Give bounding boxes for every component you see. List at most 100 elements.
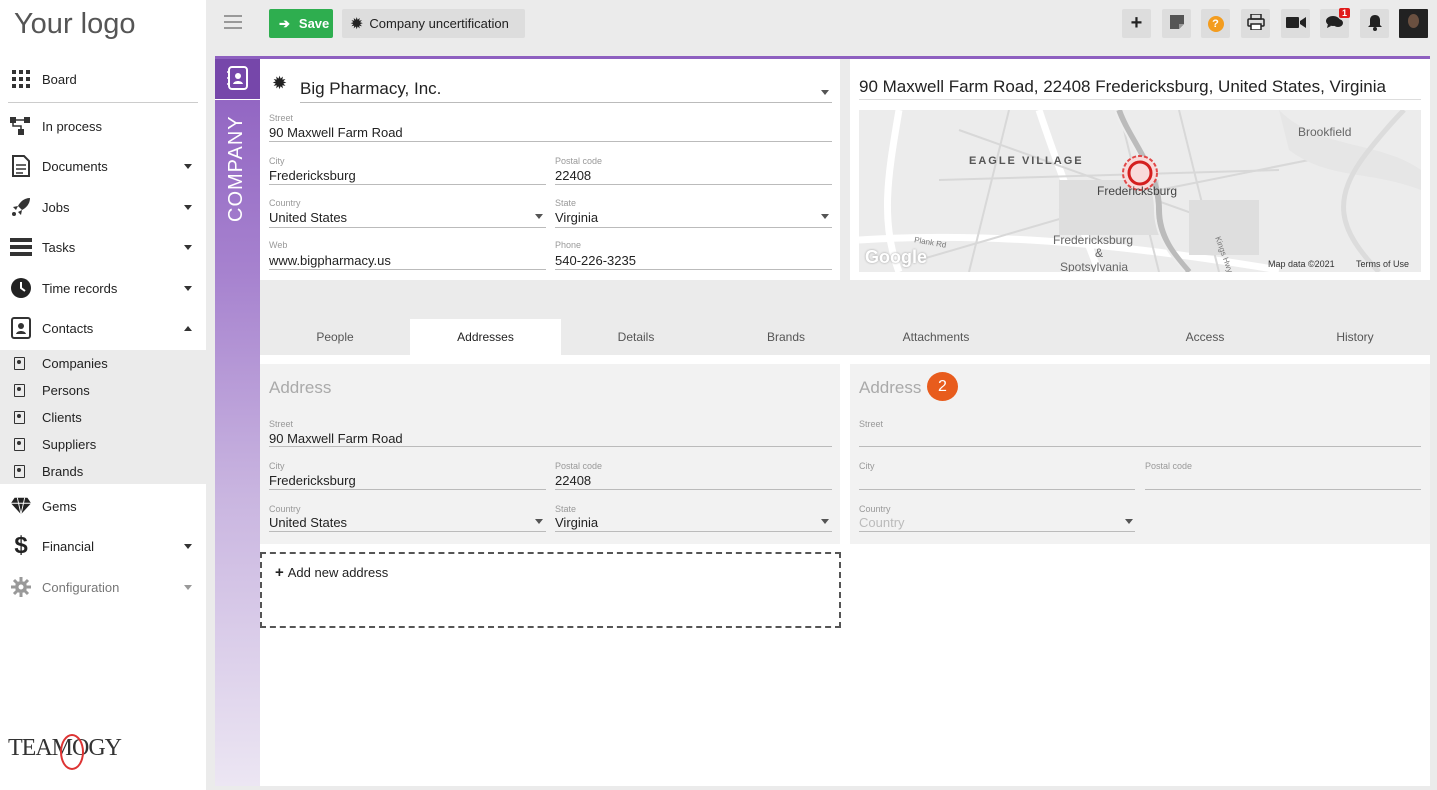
chat-button[interactable]: 1 (1320, 8, 1350, 38)
sidebar-item-label: Clients (42, 410, 82, 425)
clock-icon (10, 277, 32, 299)
save-button-label: Save (298, 16, 330, 31)
sidebar-item-gems[interactable]: Gems (0, 486, 206, 526)
street-label: Street (269, 113, 294, 123)
notifications-button[interactable] (1360, 9, 1389, 38)
chevron-down-icon[interactable] (535, 519, 543, 524)
tab-history[interactable]: History (1280, 319, 1430, 355)
tab-addresses[interactable]: Addresses (410, 319, 561, 355)
sidebar-item-label: Persons (42, 383, 90, 398)
field-underline (555, 269, 832, 270)
country-select[interactable]: United States (269, 515, 347, 530)
chevron-down-icon[interactable] (535, 214, 543, 219)
diamond-icon (10, 495, 32, 517)
sidebar-item-label: Financial (42, 538, 95, 554)
video-button[interactable] (1281, 9, 1310, 38)
chevron-down-icon[interactable] (1125, 519, 1133, 524)
company-name-select[interactable]: Big Pharmacy, Inc. (300, 79, 441, 99)
company-card-button[interactable] (215, 59, 260, 99)
rocket-icon (10, 196, 32, 218)
dollar-icon: $ (14, 532, 28, 559)
field-underline (1145, 489, 1421, 490)
postal-code-field[interactable]: 22408 (555, 168, 591, 183)
country-select[interactable]: Country (859, 515, 905, 530)
tab-people[interactable]: People (260, 319, 410, 355)
sidebar-item-label: In process (42, 118, 102, 134)
country-label: Country (859, 504, 891, 514)
field-underline (859, 446, 1421, 447)
company-uncertification-button[interactable]: ✹ Company uncertification (342, 9, 525, 38)
avatar[interactable] (1399, 9, 1428, 38)
web-field[interactable]: www.bigpharmacy.us (269, 253, 391, 268)
sidebar-item-suppliers[interactable]: Suppliers (0, 431, 206, 458)
city-field[interactable]: Fredericksburg (269, 168, 356, 183)
add-button[interactable]: + (1122, 9, 1151, 38)
field-underline (555, 227, 832, 228)
panel-gap (840, 59, 850, 280)
state-select[interactable]: Virginia (555, 210, 598, 225)
print-button[interactable] (1241, 9, 1270, 38)
sidebar-item-jobs[interactable]: Jobs (0, 187, 206, 227)
postal-code-label: Postal code (555, 156, 603, 166)
add-address-label[interactable]: + Add new address (275, 564, 388, 581)
tab-attachments[interactable]: Attachments (861, 319, 1011, 355)
help-button[interactable]: ? (1201, 9, 1230, 38)
note-icon (1169, 15, 1184, 32)
postal-code-field[interactable]: 22408 (555, 473, 591, 488)
sidebar-item-configuration[interactable]: Configuration (0, 567, 206, 607)
sidebar-item-board[interactable]: Board (0, 59, 206, 99)
sidebar-item-brands[interactable]: Brands (0, 458, 206, 485)
sidebar-item-time-records[interactable]: Time records (0, 268, 206, 308)
map-label: Spotsylvania (1060, 260, 1129, 272)
note-button[interactable] (1162, 9, 1191, 38)
tab-brands[interactable]: Brands (711, 319, 861, 355)
contact-card-icon (14, 411, 25, 424)
street-field[interactable] (859, 431, 1421, 446)
sidebar-item-documents[interactable]: Documents (0, 146, 206, 186)
sidebar-item-contacts[interactable]: Contacts (0, 308, 206, 348)
field-underline (555, 531, 832, 532)
sidebar-item-financial[interactable]: $ Financial (0, 526, 206, 566)
plus-icon: + (1130, 12, 1143, 34)
street-label: Street (859, 419, 884, 429)
print-icon (1246, 13, 1265, 33)
field-underline (859, 489, 1135, 490)
street-field[interactable]: 90 Maxwell Farm Road (269, 125, 403, 140)
sidebar-item-label: Jobs (42, 199, 70, 215)
city-label: City (269, 156, 285, 166)
country-select[interactable]: United States (269, 210, 347, 225)
map-label: EAGLE VILLAGE (969, 155, 1084, 167)
postal-code-field[interactable] (1145, 473, 1421, 488)
contacts-icon (10, 317, 32, 339)
city-field[interactable] (859, 473, 1135, 488)
sidebar-item-label: Time records (42, 280, 118, 296)
sidebar-item-tasks[interactable]: Tasks (0, 227, 206, 267)
city-label: City (269, 461, 285, 471)
workflow-icon (10, 115, 32, 137)
chevron-down-icon[interactable] (821, 90, 829, 95)
map[interactable]: Brookfield EAGLE VILLAGE Fredericksburg … (859, 110, 1421, 272)
tab-access[interactable]: Access (1130, 319, 1280, 355)
seal-icon: ✹ (272, 73, 288, 93)
grid-icon (10, 68, 32, 90)
sidebar-item-clients[interactable]: Clients (0, 404, 206, 431)
chevron-down-icon[interactable] (821, 214, 829, 219)
city-field[interactable]: Fredericksburg (269, 473, 356, 488)
menu-icon[interactable] (224, 15, 242, 29)
tab-details[interactable]: Details (561, 319, 711, 355)
phone-field[interactable]: 540-226-3235 (555, 253, 636, 268)
map-terms-link[interactable]: Terms of Use (1356, 259, 1409, 269)
state-select[interactable]: Virginia (555, 515, 598, 530)
state-label: State (555, 504, 577, 514)
sidebar-item-label: Board (42, 71, 77, 87)
sidebar-item-in-process[interactable]: In process (0, 106, 206, 146)
chevron-down-icon (184, 204, 192, 210)
sidebar-item-label: Configuration (42, 579, 120, 595)
save-button[interactable]: ➔ Save (269, 9, 333, 38)
sidebar-item-persons[interactable]: Persons (0, 377, 206, 404)
sidebar-item-companies[interactable]: Companies (0, 350, 206, 377)
app-logo[interactable]: Your logo (14, 8, 135, 41)
chevron-down-icon[interactable] (821, 519, 829, 524)
street-field[interactable]: 90 Maxwell Farm Road (269, 431, 403, 446)
field-underline (269, 489, 546, 490)
